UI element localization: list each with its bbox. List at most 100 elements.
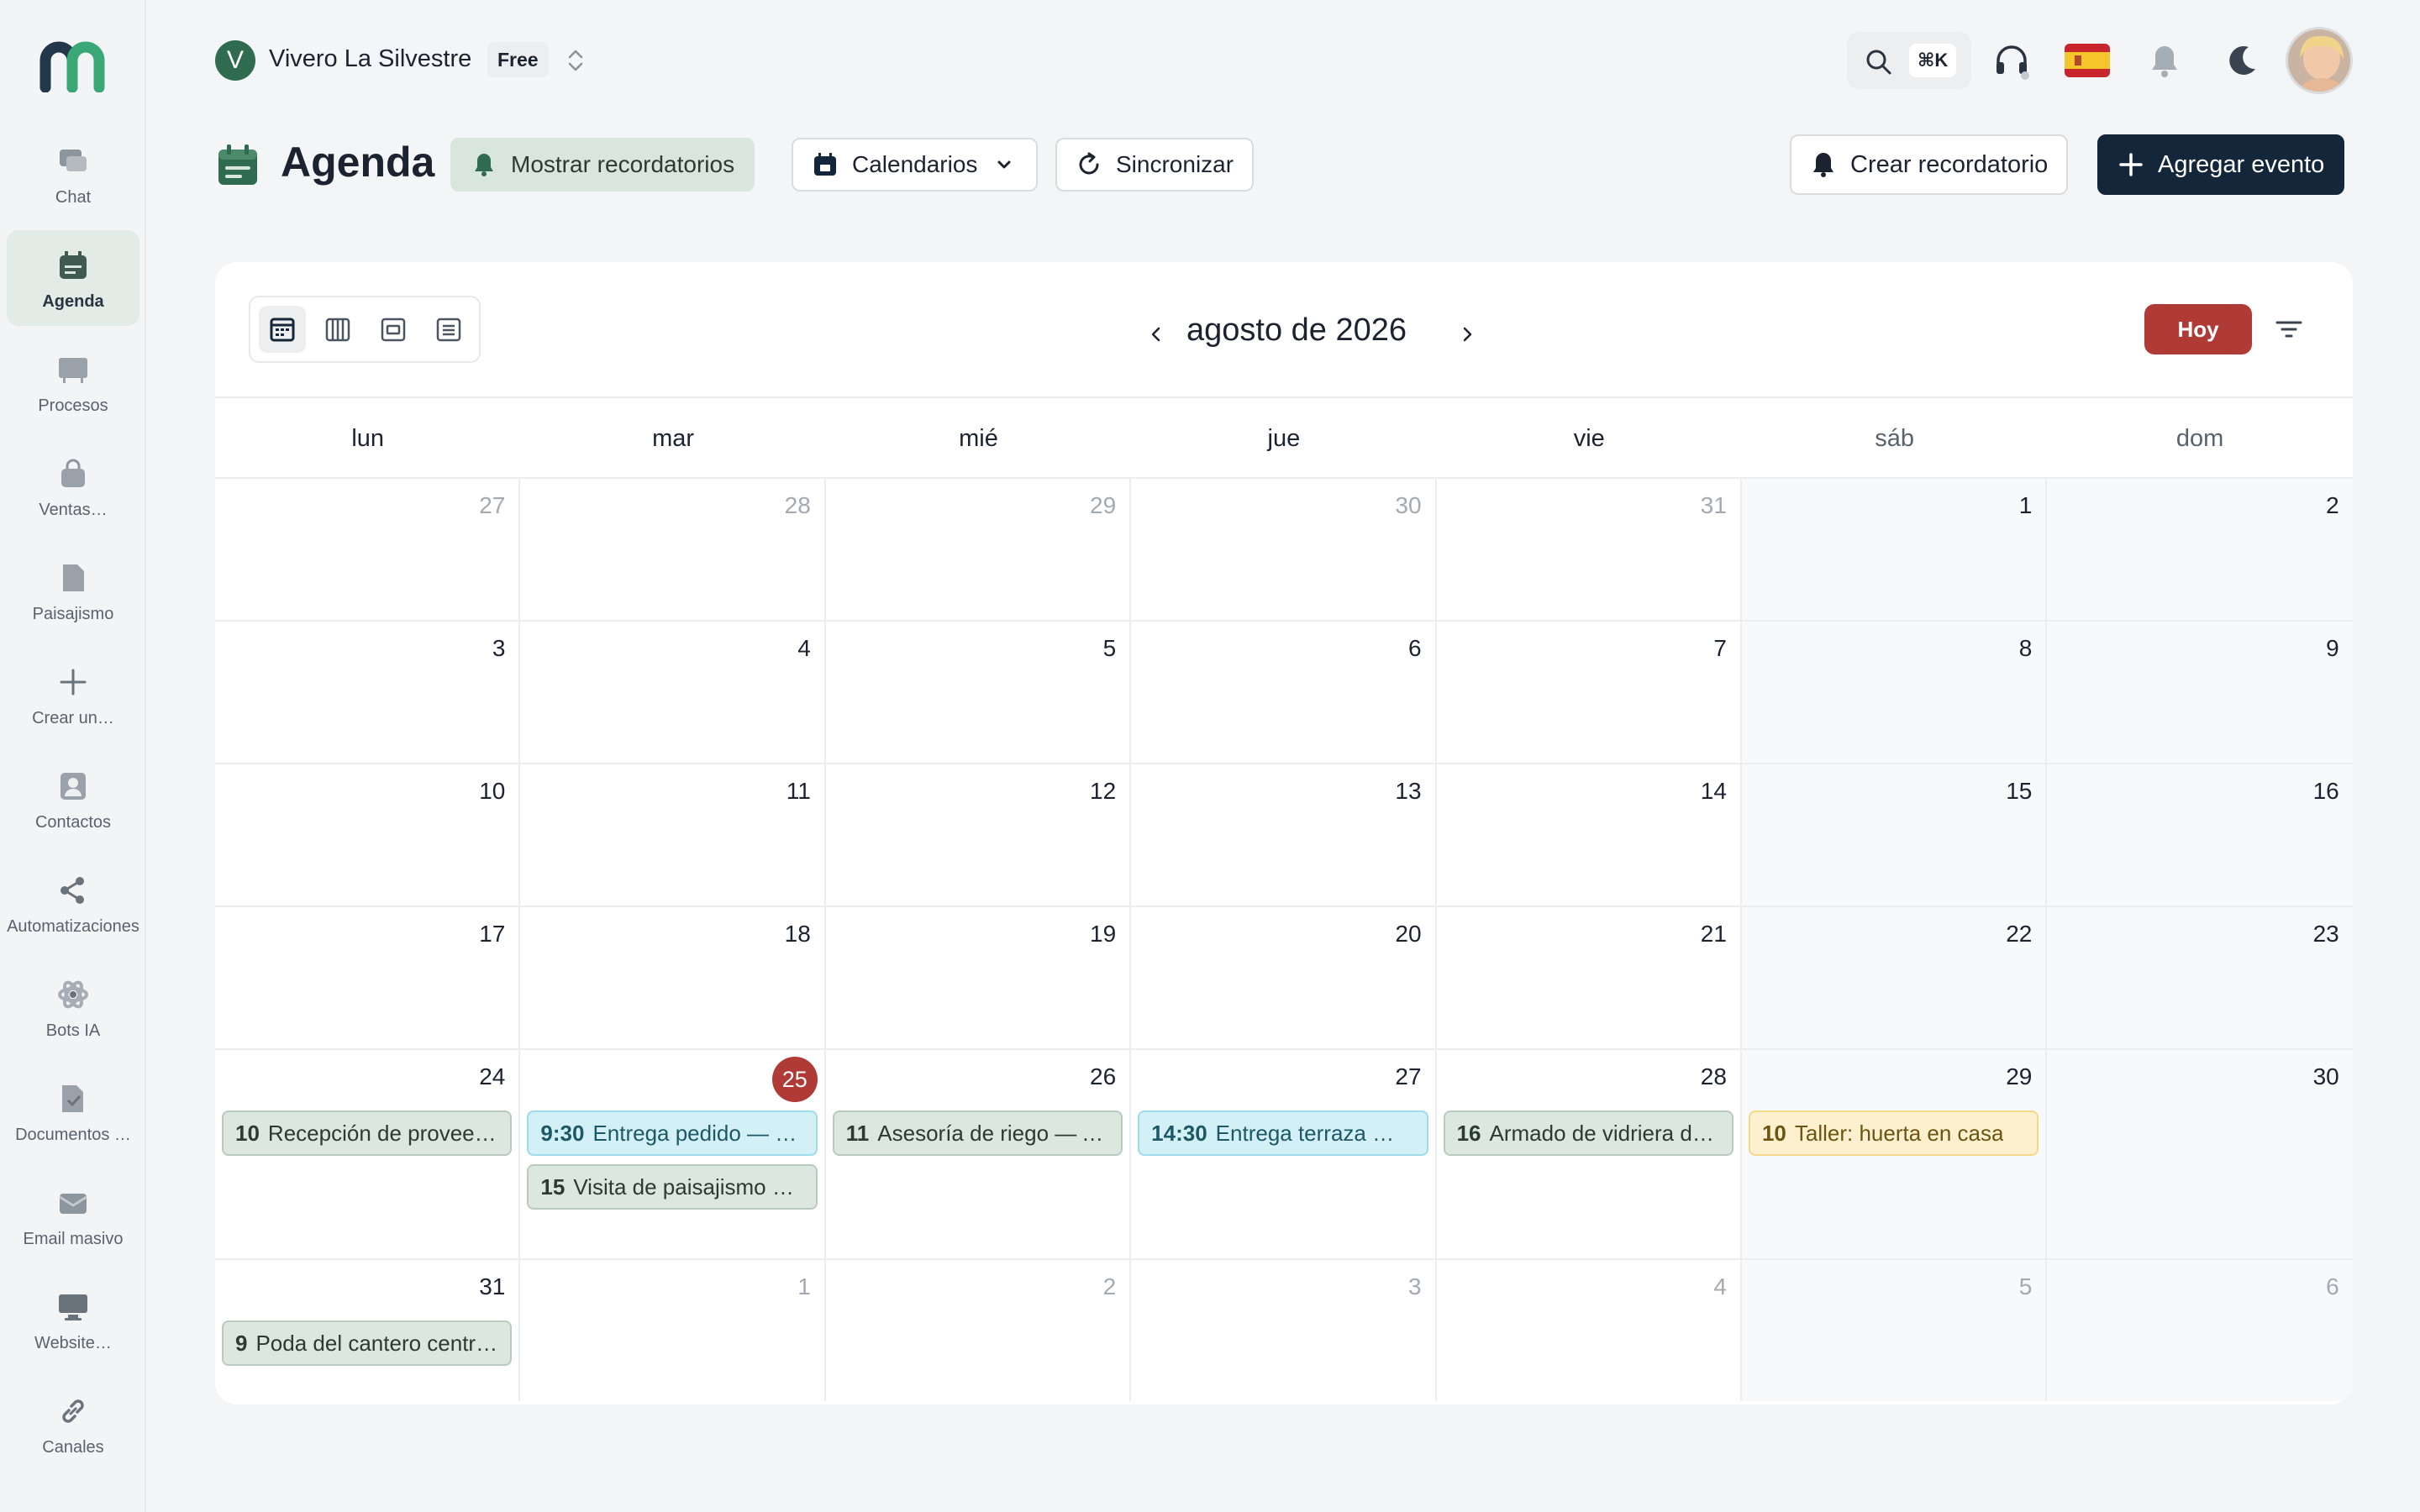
- day-cell[interactable]: 25 9:30 Entrega pedido — … 15 Visita de pais…: [520, 1050, 826, 1258]
- event-time: 11: [845, 1120, 870, 1146]
- month-view-button[interactable]: [259, 306, 306, 353]
- day-cell[interactable]: 24 10 Recepción de provee…: [215, 1050, 521, 1258]
- day-cell[interactable]: 31 9 Poda del cantero centr…: [215, 1260, 521, 1401]
- calendar-event[interactable]: 16 Armado de vidriera de…: [1443, 1110, 1733, 1156]
- sidebar-item-4[interactable]: Paisajismo: [7, 543, 139, 638]
- week-row: 24 10 Recepción de provee… 25 9:30 Entrega pe…: [215, 1050, 2353, 1260]
- sidebar-item-8[interactable]: Bots IA: [7, 959, 139, 1055]
- day-cell[interactable]: 4: [1437, 1260, 1742, 1401]
- day-cell[interactable]: 3: [1131, 1260, 1437, 1401]
- day-cell[interactable]: 16: [2047, 764, 2353, 906]
- sidebar-item-1[interactable]: Agenda: [7, 230, 139, 326]
- day-number: 12: [1090, 778, 1117, 804]
- contact-icon: [56, 769, 90, 803]
- day-cell[interactable]: 3: [215, 622, 521, 763]
- sidebar-item-3[interactable]: Ventas…: [7, 438, 139, 534]
- sidebar-item-11[interactable]: Website…: [7, 1272, 139, 1368]
- next-month-button[interactable]: [1450, 318, 1484, 351]
- day-cell[interactable]: 14: [1437, 764, 1742, 906]
- day-cell[interactable]: 2: [2047, 479, 2353, 620]
- day-cell[interactable]: 17: [215, 907, 521, 1048]
- day-cell[interactable]: 9: [2047, 622, 2353, 763]
- day-cell[interactable]: 15: [1741, 764, 2048, 906]
- day-cell[interactable]: 31: [1437, 479, 1742, 620]
- day-cell[interactable]: 13: [1131, 764, 1437, 906]
- day-number: 19: [1090, 921, 1117, 947]
- workspace-avatar[interactable]: V: [215, 40, 255, 81]
- language-button[interactable]: [2064, 37, 2111, 84]
- day-cell[interactable]: 27 14:30 Entrega terraza — …: [1131, 1050, 1437, 1258]
- day-cell[interactable]: 21: [1437, 907, 1742, 1048]
- week-view-button[interactable]: [314, 306, 361, 353]
- day-cell[interactable]: 27: [215, 479, 521, 620]
- day-view-button[interactable]: [370, 306, 417, 353]
- sidebar-item-5[interactable]: Crear un…: [7, 647, 139, 743]
- user-avatar[interactable]: [2286, 27, 2353, 94]
- calendar-event[interactable]: 9 Poda del cantero centr…: [222, 1320, 513, 1366]
- calendar-event[interactable]: 14:30 Entrega terraza — …: [1138, 1110, 1428, 1156]
- sidebar-item-0[interactable]: Chat: [7, 126, 139, 222]
- theme-toggle-button[interactable]: [2218, 37, 2265, 84]
- support-button[interactable]: [1988, 37, 2035, 84]
- create-reminder-button[interactable]: Crear recordatorio: [1790, 134, 2069, 195]
- workspace-switch-icon[interactable]: [565, 45, 587, 76]
- search-button[interactable]: ⌘K: [1847, 32, 1971, 89]
- calendar-icon: [56, 249, 90, 282]
- day-cell[interactable]: 1: [1741, 479, 2048, 620]
- previous-month-button[interactable]: [1139, 318, 1173, 351]
- sidebar-item-6[interactable]: Contactos: [7, 751, 139, 847]
- day-cell[interactable]: 26 11 Asesoría de riego — A…: [826, 1050, 1132, 1258]
- sidebar-item-2[interactable]: Procesos: [7, 334, 139, 430]
- show-reminders-button[interactable]: Mostrar recordatorios: [450, 138, 755, 192]
- day-cell[interactable]: 23: [2047, 907, 2353, 1048]
- day-cell[interactable]: 11: [520, 764, 826, 906]
- day-cell[interactable]: 28: [520, 479, 826, 620]
- day-cell[interactable]: 6: [1131, 622, 1437, 763]
- day-cell[interactable]: 28 16 Armado de vidriera de…: [1437, 1050, 1742, 1258]
- shopping-bag-icon: [56, 457, 90, 491]
- day-cell[interactable]: 30: [2047, 1050, 2353, 1258]
- calendars-dropdown[interactable]: Calendarios: [792, 138, 1039, 192]
- day-cell[interactable]: 4: [520, 622, 826, 763]
- day-cell[interactable]: 8: [1741, 622, 2048, 763]
- calendar-event[interactable]: 10 Taller: huerta en casa: [1748, 1110, 2039, 1156]
- day-cell[interactable]: 18: [520, 907, 826, 1048]
- sync-button[interactable]: Sincronizar: [1055, 138, 1255, 192]
- chevron-right-icon: [1463, 327, 1472, 342]
- day-cell[interactable]: 5: [1741, 1260, 2048, 1401]
- sidebar-item-9[interactable]: Documentos …: [7, 1063, 139, 1159]
- calendar-event[interactable]: 11 Asesoría de riego — A…: [832, 1110, 1123, 1156]
- day-cell[interactable]: 12: [826, 764, 1132, 906]
- day-cell[interactable]: 7: [1437, 622, 1742, 763]
- day-cell[interactable]: 1: [520, 1260, 826, 1401]
- add-event-button[interactable]: Agregar evento: [2097, 134, 2345, 195]
- event-title: Recepción de provee…: [267, 1120, 497, 1146]
- sidebar-item-12[interactable]: Canales: [7, 1376, 139, 1472]
- day-number: 28: [784, 492, 811, 518]
- day-cell[interactable]: 2: [826, 1260, 1132, 1401]
- list-view-button[interactable]: [425, 306, 472, 353]
- day-cell[interactable]: 29: [826, 479, 1132, 620]
- day-cell[interactable]: 19: [826, 907, 1132, 1048]
- sidebar-item-10[interactable]: Email masivo: [7, 1168, 139, 1263]
- filter-button[interactable]: [2269, 309, 2309, 349]
- workspace-name[interactable]: Vivero La Silvestre: [269, 45, 471, 73]
- calendar-event[interactable]: 15 Visita de paisajismo —…: [527, 1164, 818, 1210]
- day-cell[interactable]: 22: [1741, 907, 2048, 1048]
- day-cell[interactable]: 6: [2047, 1260, 2353, 1401]
- agenda-page-icon: [218, 144, 257, 185]
- shortcut-hint: ⌘K: [1909, 44, 1957, 77]
- day-cell[interactable]: 29 10 Taller: huerta en casa: [1741, 1050, 2048, 1258]
- day-cell[interactable]: 20: [1131, 907, 1437, 1048]
- calendar-event[interactable]: 10 Recepción de provee…: [222, 1110, 513, 1156]
- app-logo[interactable]: [39, 40, 106, 92]
- notifications-button[interactable]: [2141, 37, 2188, 84]
- day-cell[interactable]: 5: [826, 622, 1132, 763]
- day-cell[interactable]: 10: [215, 764, 521, 906]
- calendar-event[interactable]: 9:30 Entrega pedido — …: [527, 1110, 818, 1156]
- sidebar-item-label: Bots IA: [45, 1021, 101, 1040]
- calendar-card: agosto de 2026 Hoy lun mar mié jue vie sáb dom…: [215, 262, 2353, 1404]
- today-button[interactable]: Hoy: [2144, 304, 2252, 354]
- day-cell[interactable]: 30: [1131, 479, 1437, 620]
- sidebar-item-7[interactable]: Automatizaciones: [7, 855, 139, 951]
